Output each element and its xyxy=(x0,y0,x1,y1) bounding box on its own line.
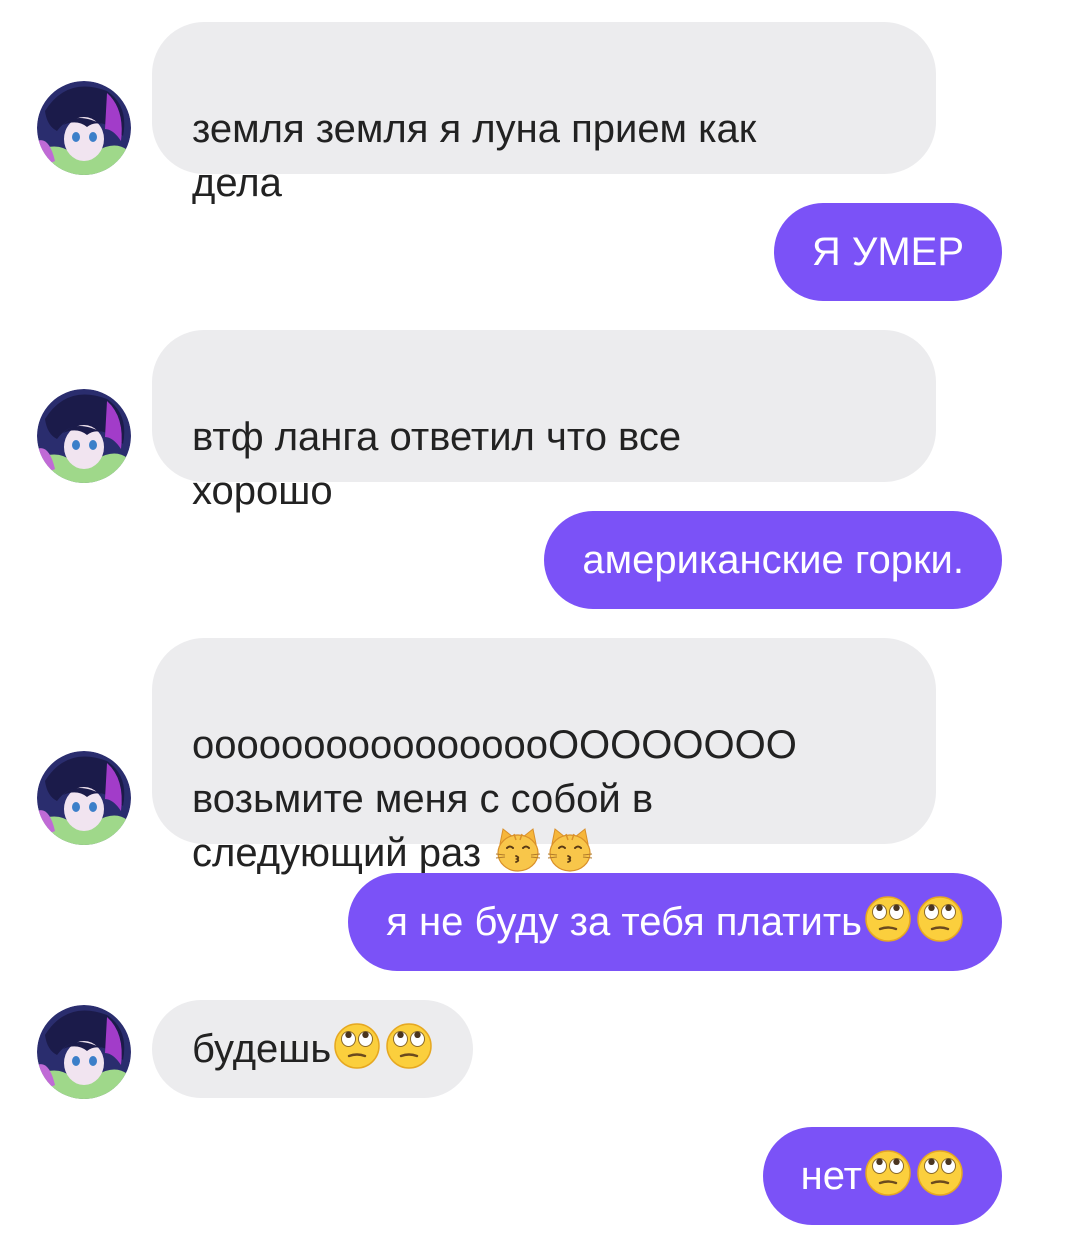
outgoing-message-bubble[interactable]: я не буду за тебя платить xyxy=(348,873,1002,971)
message-text: я не буду за тебя платить xyxy=(386,900,862,944)
eye-roll-emoji xyxy=(864,895,912,943)
contact-avatar[interactable] xyxy=(37,1005,131,1099)
message-text: Я УМЕР xyxy=(811,230,964,274)
eye-roll-emoji xyxy=(916,1149,964,1197)
incoming-message-bubble[interactable]: земля земля я луна прием как дела xyxy=(152,22,936,205)
emoji-group xyxy=(494,826,594,874)
outgoing-message-bubble[interactable]: американские горки. xyxy=(544,511,1002,609)
emoji-group xyxy=(864,1149,964,1197)
kissing-cat-emoji xyxy=(546,826,594,874)
emoji-group xyxy=(333,1022,433,1070)
message-text: американские горки. xyxy=(582,538,964,582)
incoming-message-bubble[interactable]: ооооооооооооооооОООООООО возьмите меня с… xyxy=(152,638,936,875)
eye-roll-emoji xyxy=(385,1022,433,1070)
contact-avatar[interactable] xyxy=(37,389,131,483)
outgoing-message-bubble[interactable]: нет xyxy=(762,1127,1002,1225)
eye-roll-emoji xyxy=(916,895,964,943)
contact-avatar[interactable] xyxy=(37,751,131,845)
message-text: земля земля я луна прием как дела xyxy=(192,107,757,205)
message-text: втф ланга ответил что все хорошо xyxy=(192,415,682,513)
contact-avatar[interactable] xyxy=(37,81,131,175)
eye-roll-emoji xyxy=(333,1022,381,1070)
emoji-group xyxy=(864,895,964,943)
incoming-message-bubble[interactable]: втф ланга ответил что все хорошо xyxy=(152,330,936,513)
message-text: будешь xyxy=(192,1027,332,1071)
outgoing-message-bubble[interactable]: Я УМЕР xyxy=(773,203,1002,301)
incoming-message-bubble[interactable]: будешь xyxy=(152,1000,474,1098)
message-text: нет xyxy=(800,1154,862,1198)
kissing-cat-emoji xyxy=(494,826,542,874)
eye-roll-emoji xyxy=(864,1149,912,1197)
